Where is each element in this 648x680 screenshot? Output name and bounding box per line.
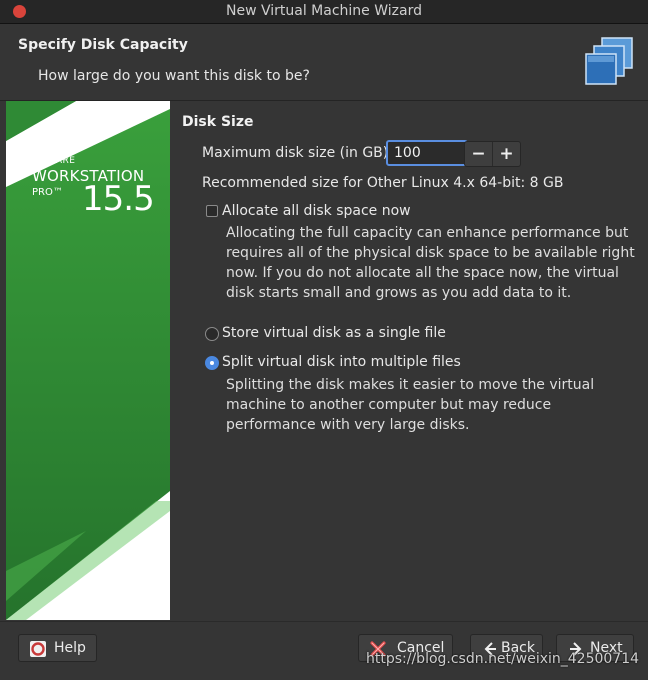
multiple-files-label[interactable]: Split virtual disk into multiple files — [222, 354, 461, 370]
disk-size-stepper: − + — [464, 141, 521, 167]
brand-vmware: VMWARE — [32, 156, 76, 166]
product-banner: VMWARE WORKSTATION PRO™ 15.5 — [6, 101, 170, 620]
brand-edition: PRO™ — [32, 187, 63, 198]
split-description: Splitting the disk makes it easier to mo… — [226, 377, 595, 433]
page-subtitle: How large do you want this disk to be? — [38, 68, 310, 84]
wizard-header: Specify Disk Capacity How large do you w… — [0, 24, 648, 101]
page-title: Specify Disk Capacity — [18, 37, 188, 53]
multiple-files-radio[interactable] — [205, 356, 219, 370]
disk-size-input[interactable] — [386, 140, 468, 166]
increment-button[interactable]: + — [493, 142, 520, 166]
virtual-disk-icon — [585, 37, 633, 85]
help-button[interactable]: Help — [18, 634, 97, 662]
wizard-content: VMWARE WORKSTATION PRO™ 15.5 Disk Size M… — [0, 101, 648, 621]
decrement-button[interactable]: − — [465, 142, 493, 166]
section-title-disk-size: Disk Size — [182, 114, 254, 130]
recommended-size-text: Recommended size for Other Linux 4.x 64-… — [202, 175, 564, 191]
allocate-description: Allocating the full capacity can enhance… — [226, 225, 635, 301]
max-disk-size-label: Maximum disk size (in GB): — [202, 145, 393, 161]
title-bar: New Virtual Machine Wizard — [0, 0, 648, 24]
allocate-now-label[interactable]: Allocate all disk space now — [222, 203, 411, 219]
single-file-label[interactable]: Store virtual disk as a single file — [222, 325, 446, 341]
help-button-label: Help — [54, 640, 86, 656]
allocate-now-checkbox[interactable] — [206, 205, 218, 217]
disk-settings-panel: Disk Size Maximum disk size (in GB): − +… — [170, 101, 648, 620]
brand-version: 15.5 — [82, 179, 155, 219]
window-title: New Virtual Machine Wizard — [226, 3, 422, 19]
watermark-url: https://blog.csdn.net/weixin_42500714 — [366, 651, 640, 667]
single-file-radio[interactable] — [205, 327, 219, 341]
help-icon — [30, 641, 46, 657]
